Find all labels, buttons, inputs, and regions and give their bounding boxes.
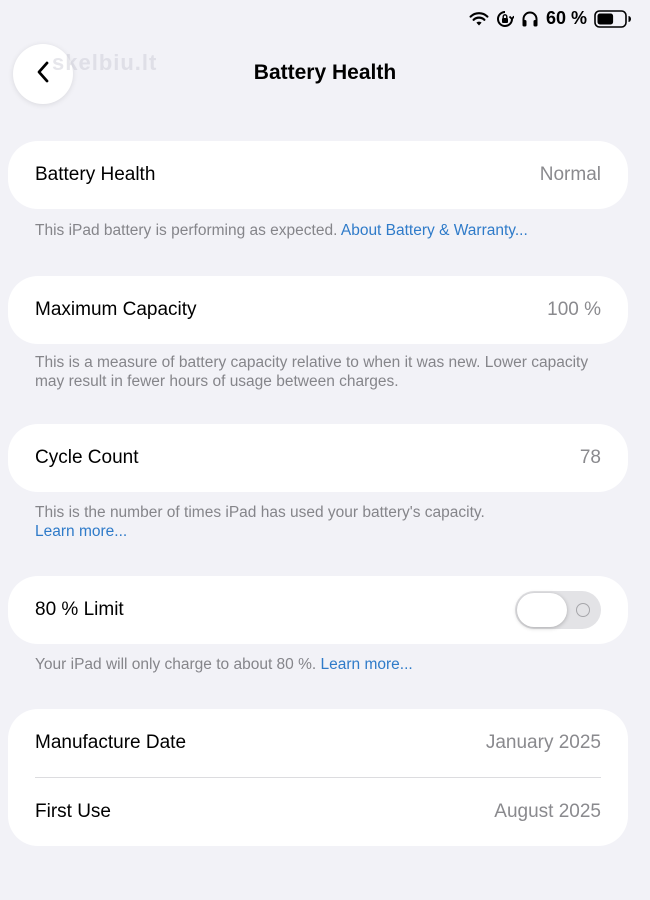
cycle-count-footer-text: This is the number of times iPad has use… <box>35 504 485 521</box>
manufacture-date-row: Manufacture Date January 2025 <box>8 709 628 777</box>
charge-limit-footer-text: Your iPad will only charge to about 80 %… <box>35 656 321 673</box>
battery-fill <box>597 13 614 24</box>
charge-limit-row: 80 % Limit <box>8 576 628 644</box>
maximum-capacity-footer: This is a measure of battery capacity re… <box>35 354 589 390</box>
first-use-row: First Use August 2025 <box>8 778 628 846</box>
battery-health-screen: 60 % skelbiu.lt Battery Health Battery H… <box>0 0 650 900</box>
cycle-count-value: 78 <box>579 447 601 468</box>
battery-health-label: Battery Health <box>35 164 156 185</box>
charge-limit-learn-more-link[interactable]: Learn more... <box>321 656 413 673</box>
dates-card: Manufacture Date January 2025 First Use … <box>8 709 628 846</box>
battery-health-row: Battery Health Normal <box>8 141 628 209</box>
charge-limit-footer: Your iPad will only charge to about 80 %… <box>35 655 615 674</box>
cycle-count-row: Cycle Count 78 <box>8 424 628 492</box>
manufacture-date-label: Manufacture Date <box>35 732 187 753</box>
status-bar: 60 % <box>469 8 632 29</box>
cycle-count-label: Cycle Count <box>35 447 139 468</box>
page-title: Battery Health <box>253 61 397 84</box>
maximum-capacity-card: Maximum Capacity 100 % <box>8 276 628 344</box>
first-use-value: August 2025 <box>494 801 601 822</box>
toggle-knob <box>517 593 567 627</box>
maximum-capacity-row: Maximum Capacity 100 % <box>8 276 628 344</box>
battery-health-footer-text: This iPad battery is performing as expec… <box>35 222 341 239</box>
orientation-lock-icon <box>496 10 514 28</box>
about-battery-warranty-link[interactable]: About Battery & Warranty... <box>341 222 528 239</box>
maximum-capacity-value: 100 % <box>547 299 601 320</box>
cycle-count-learn-more-link[interactable]: Learn more... <box>35 522 615 541</box>
manufacture-date-value: January 2025 <box>485 732 601 753</box>
battery-health-card: Battery Health Normal <box>8 141 628 209</box>
cycle-count-footer: This is the number of times iPad has use… <box>35 503 615 541</box>
cycle-count-card: Cycle Count 78 <box>8 424 628 492</box>
charge-limit-label: 80 % Limit <box>35 599 124 620</box>
charge-limit-card: 80 % Limit <box>8 576 628 644</box>
toggle-off-indicator-icon <box>576 603 590 617</box>
wifi-icon <box>469 11 489 27</box>
battery-percent-text: 60 % <box>545 8 587 28</box>
first-use-label: First Use <box>35 801 111 822</box>
battery-health-value: Normal <box>539 164 601 185</box>
battery-health-footer: This iPad battery is performing as expec… <box>35 221 615 240</box>
headphones-icon <box>521 10 539 28</box>
charge-limit-toggle[interactable] <box>515 591 601 629</box>
maximum-capacity-label: Maximum Capacity <box>35 299 197 320</box>
battery-icon <box>594 9 632 28</box>
